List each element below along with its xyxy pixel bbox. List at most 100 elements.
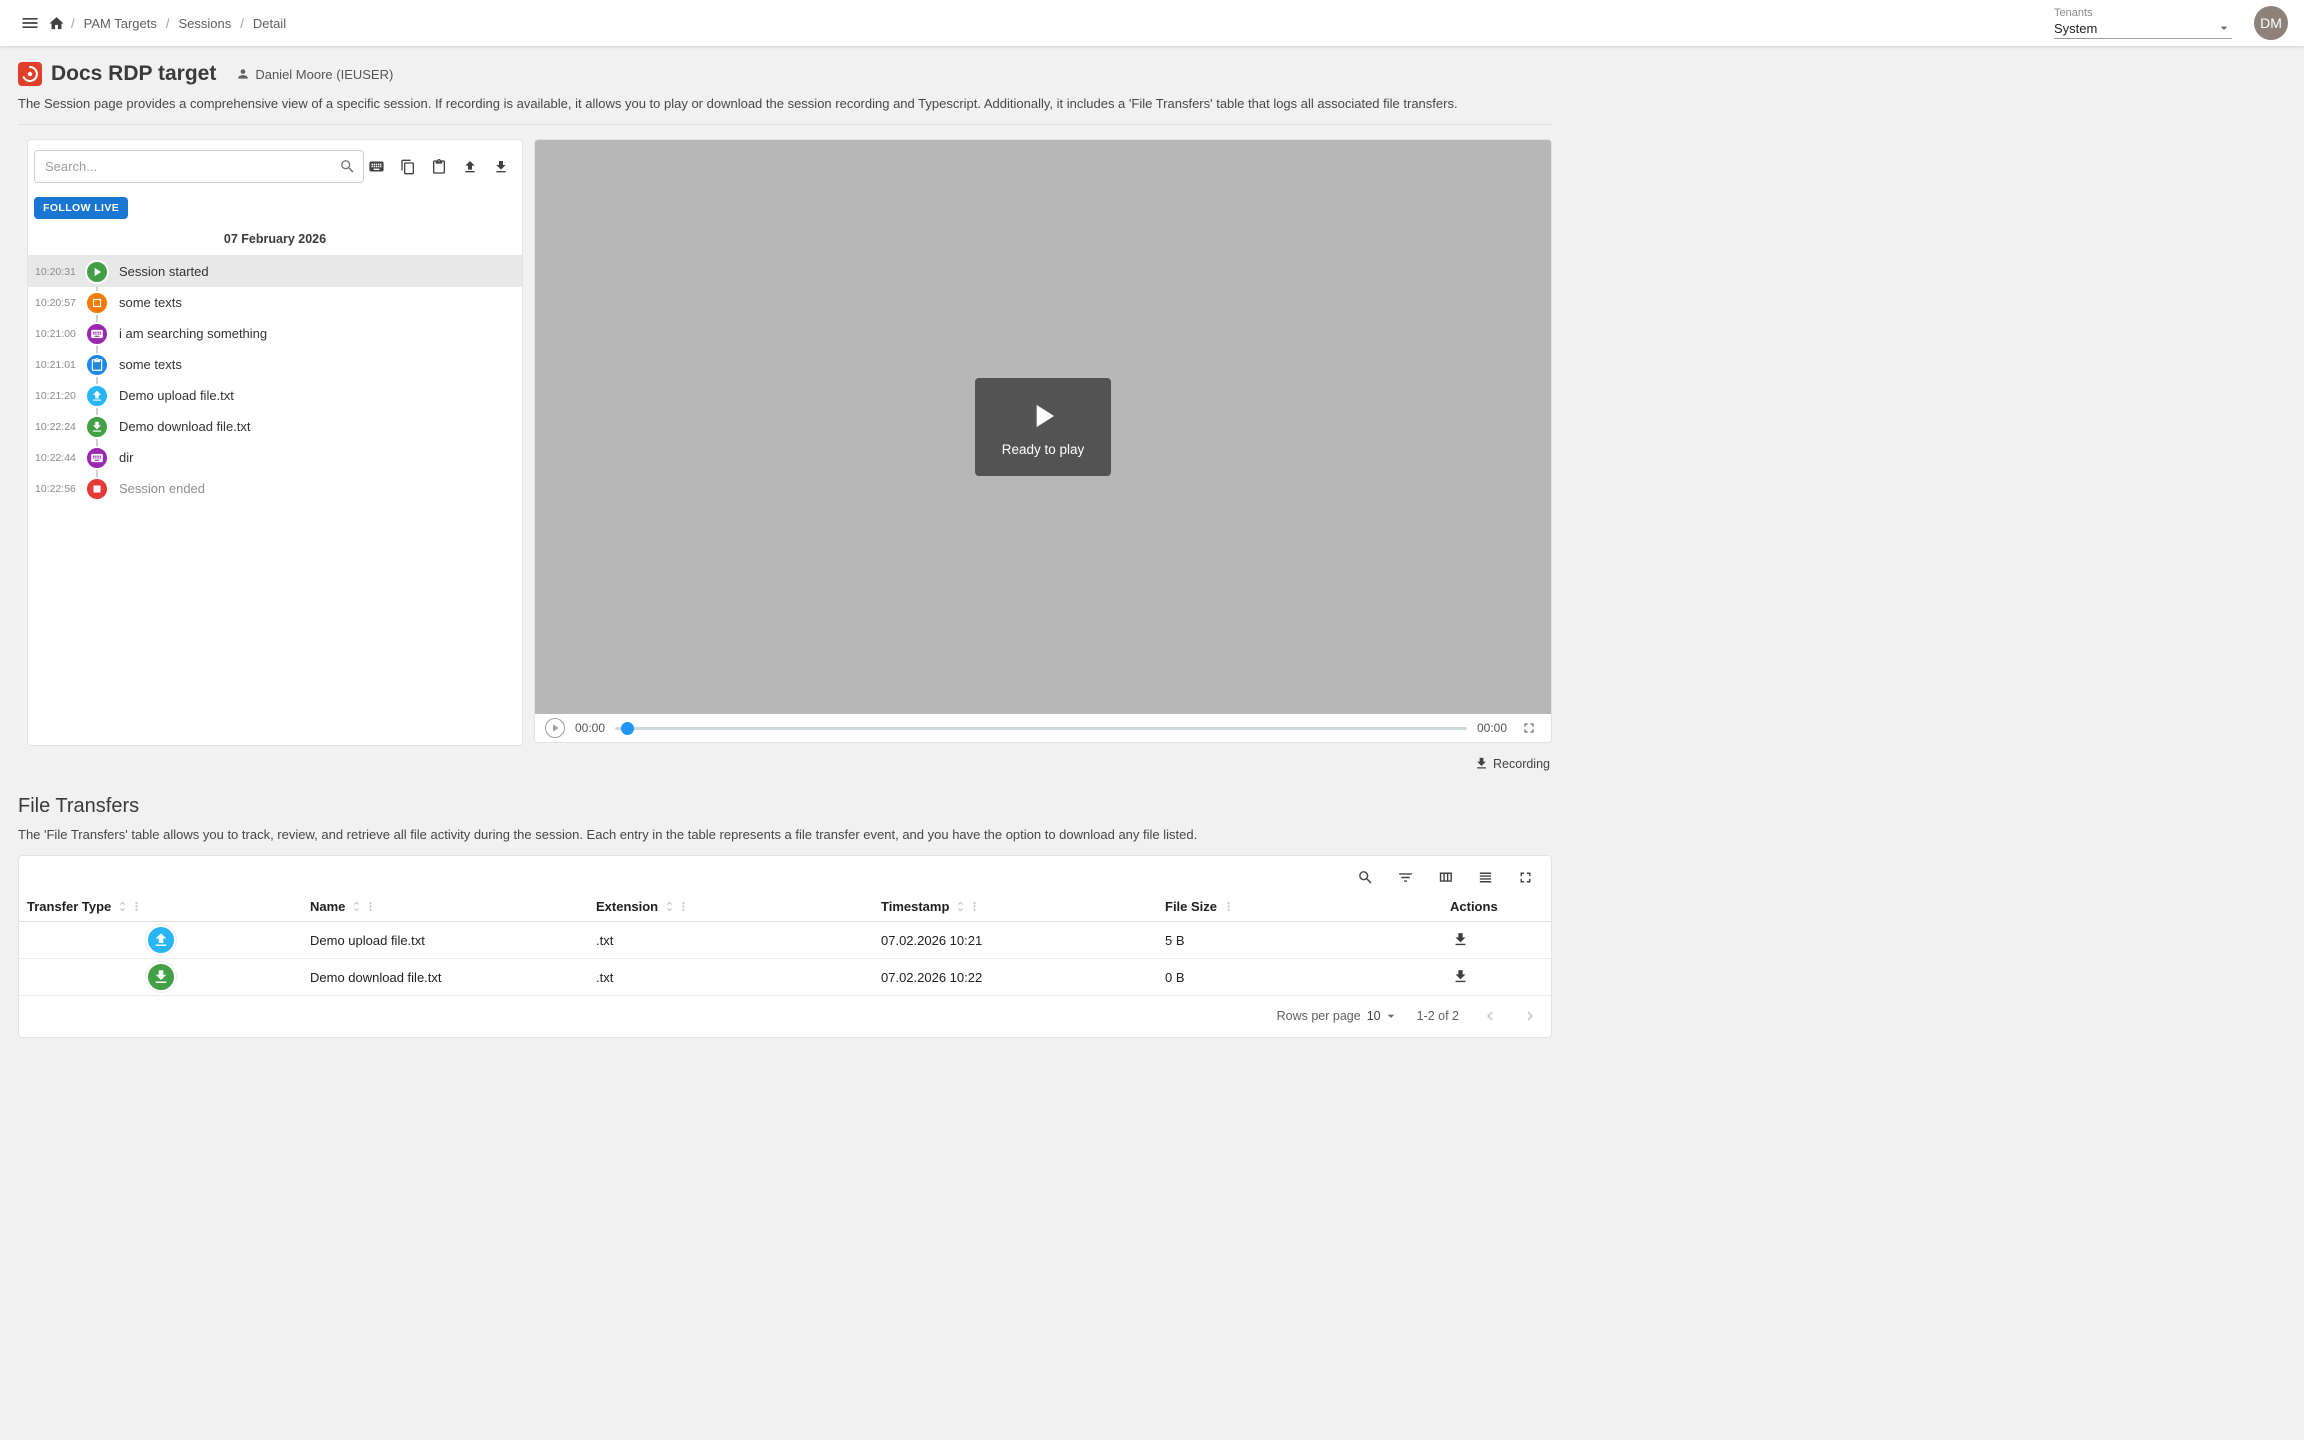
timeline-event[interactable]: 10:20:31 Session started [28, 256, 522, 287]
density-icon[interactable] [1473, 865, 1498, 890]
tenant-value: System [2054, 21, 2097, 36]
page-header: Docs RDP target Daniel Moore (IEUSER) Th… [18, 46, 1552, 111]
keyboard-icon [85, 322, 109, 346]
download-file-button[interactable] [1450, 966, 1471, 987]
session-section: FOLLOW LIVE 07 February 2026 10:20:31 Se… [18, 139, 1552, 771]
column-header-transfer-type[interactable]: Transfer Type [19, 894, 302, 922]
column-menu-icon[interactable] [130, 900, 143, 913]
event-label: Session started [119, 264, 209, 279]
breadcrumb: / PAM Targets / Sessions / Detail [71, 16, 286, 31]
event-label: some texts [119, 295, 182, 310]
event-label: some texts [119, 357, 182, 372]
column-header-name[interactable]: Name [302, 894, 588, 922]
column-header-file-size[interactable]: File Size [1157, 894, 1442, 922]
timeline-event[interactable]: 10:22:56 Session ended [28, 473, 522, 504]
home-icon[interactable] [44, 11, 69, 36]
timeline-event[interactable]: 10:21:01 some texts [28, 349, 522, 380]
download-icon [146, 962, 176, 992]
column-menu-icon[interactable] [364, 900, 377, 913]
paste-icon[interactable] [427, 155, 451, 179]
column-menu-icon[interactable] [677, 900, 690, 913]
main-content: Docs RDP target Daniel Moore (IEUSER) Th… [18, 46, 1552, 1038]
seek-slider[interactable] [615, 721, 1467, 735]
slider-track [615, 727, 1467, 730]
timeline-event[interactable]: 10:22:24 Demo download file.txt [28, 411, 522, 442]
upload-icon [146, 925, 176, 955]
breadcrumb-sessions[interactable]: Sessions [178, 16, 231, 31]
sort-icon[interactable] [954, 900, 967, 913]
column-menu-icon[interactable] [968, 900, 981, 913]
timeline-event[interactable]: 10:20:57 some texts [28, 287, 522, 318]
sort-icon[interactable] [350, 900, 363, 913]
timeline-event[interactable]: 10:22:44 dir [28, 442, 522, 473]
recording-download-link[interactable]: Recording [534, 756, 1552, 771]
columns-icon[interactable] [1433, 865, 1458, 890]
table-row[interactable]: Demo download file.txt .txt 07.02.2026 1… [19, 959, 1551, 996]
ready-to-play-overlay[interactable]: Ready to play [975, 378, 1111, 476]
header-divider [18, 124, 1552, 125]
column-menu-icon[interactable] [1222, 900, 1235, 913]
event-time: 10:22:24 [28, 421, 85, 433]
timeline-event[interactable]: 10:21:20 Demo upload file.txt [28, 380, 522, 411]
event-label: Demo upload file.txt [119, 388, 234, 403]
breadcrumb-separator: / [166, 16, 170, 31]
menu-icon[interactable] [16, 9, 44, 37]
download-icon [1474, 756, 1489, 771]
page-title: Docs RDP target [51, 62, 216, 86]
slider-thumb[interactable] [621, 722, 634, 735]
copy-icon[interactable] [396, 155, 420, 179]
top-bar: / PAM Targets / Sessions / Detail Tenant… [0, 0, 2304, 46]
upload-icon[interactable] [458, 155, 482, 179]
cell-extension: .txt [588, 922, 873, 959]
keyboard-icon [85, 446, 109, 470]
chevron-right-icon[interactable] [1519, 1005, 1541, 1027]
ready-label: Ready to play [1002, 442, 1085, 457]
file-transfers-description: The 'File Transfers' table allows you to… [18, 827, 1552, 842]
event-time: 10:22:56 [28, 483, 85, 495]
file-transfers-table: Transfer Type Name Extension Timestamp F… [19, 894, 1551, 996]
chevron-left-icon[interactable] [1479, 1005, 1501, 1027]
event-label: dir [119, 450, 133, 465]
event-time: 10:22:44 [28, 452, 85, 464]
duration-time: 00:00 [1477, 721, 1507, 735]
upload-icon [85, 384, 109, 408]
search-input[interactable] [34, 150, 364, 183]
search-icon[interactable] [1353, 865, 1378, 890]
cell-file-size: 5 B [1157, 922, 1442, 959]
sort-icon[interactable] [116, 900, 129, 913]
rows-per-page-value: 10 [1367, 1009, 1381, 1023]
caret-down-icon [2216, 20, 2232, 36]
table-toolbar [19, 856, 1551, 894]
keyboard-icon[interactable] [364, 154, 389, 179]
cell-timestamp: 07.02.2026 10:21 [873, 922, 1157, 959]
breadcrumb-pam-targets[interactable]: PAM Targets [84, 16, 157, 31]
filter-icon[interactable] [1393, 865, 1418, 890]
download-file-button[interactable] [1450, 929, 1471, 950]
play-button[interactable] [545, 718, 565, 738]
fullscreen-icon[interactable] [1517, 716, 1541, 740]
cell-name: Demo download file.txt [302, 959, 588, 996]
column-header-extension[interactable]: Extension [588, 894, 873, 922]
tenants-label: Tenants [2054, 7, 2232, 19]
tenant-select[interactable]: Tenants System [2054, 7, 2232, 39]
follow-live-button[interactable]: FOLLOW LIVE [34, 197, 128, 219]
timeline-panel: FOLLOW LIVE 07 February 2026 10:20:31 Se… [27, 139, 523, 746]
player-screen[interactable]: Ready to play [535, 140, 1551, 714]
avatar[interactable]: DM [2254, 6, 2288, 40]
player-column: Ready to play 00:00 00:00 Recording [534, 139, 1552, 771]
rows-per-page-select[interactable]: 10 [1367, 1008, 1399, 1024]
text-entry-icon [85, 291, 109, 315]
download-icon [85, 415, 109, 439]
column-header-timestamp[interactable]: Timestamp [873, 894, 1157, 922]
download-icon[interactable] [489, 155, 513, 179]
file-transfers-title: File Transfers [18, 795, 1552, 818]
player-controls: 00:00 00:00 [535, 714, 1551, 742]
sort-icon[interactable] [663, 900, 676, 913]
play-icon [85, 260, 109, 284]
fullscreen-icon[interactable] [1513, 865, 1538, 890]
event-label: Session ended [119, 481, 205, 496]
rows-per-page-label: Rows per page [1277, 1009, 1361, 1023]
timeline-event[interactable]: 10:21:00 i am searching something [28, 318, 522, 349]
table-row[interactable]: Demo upload file.txt .txt 07.02.2026 10:… [19, 922, 1551, 959]
clipboard-icon [85, 353, 109, 377]
